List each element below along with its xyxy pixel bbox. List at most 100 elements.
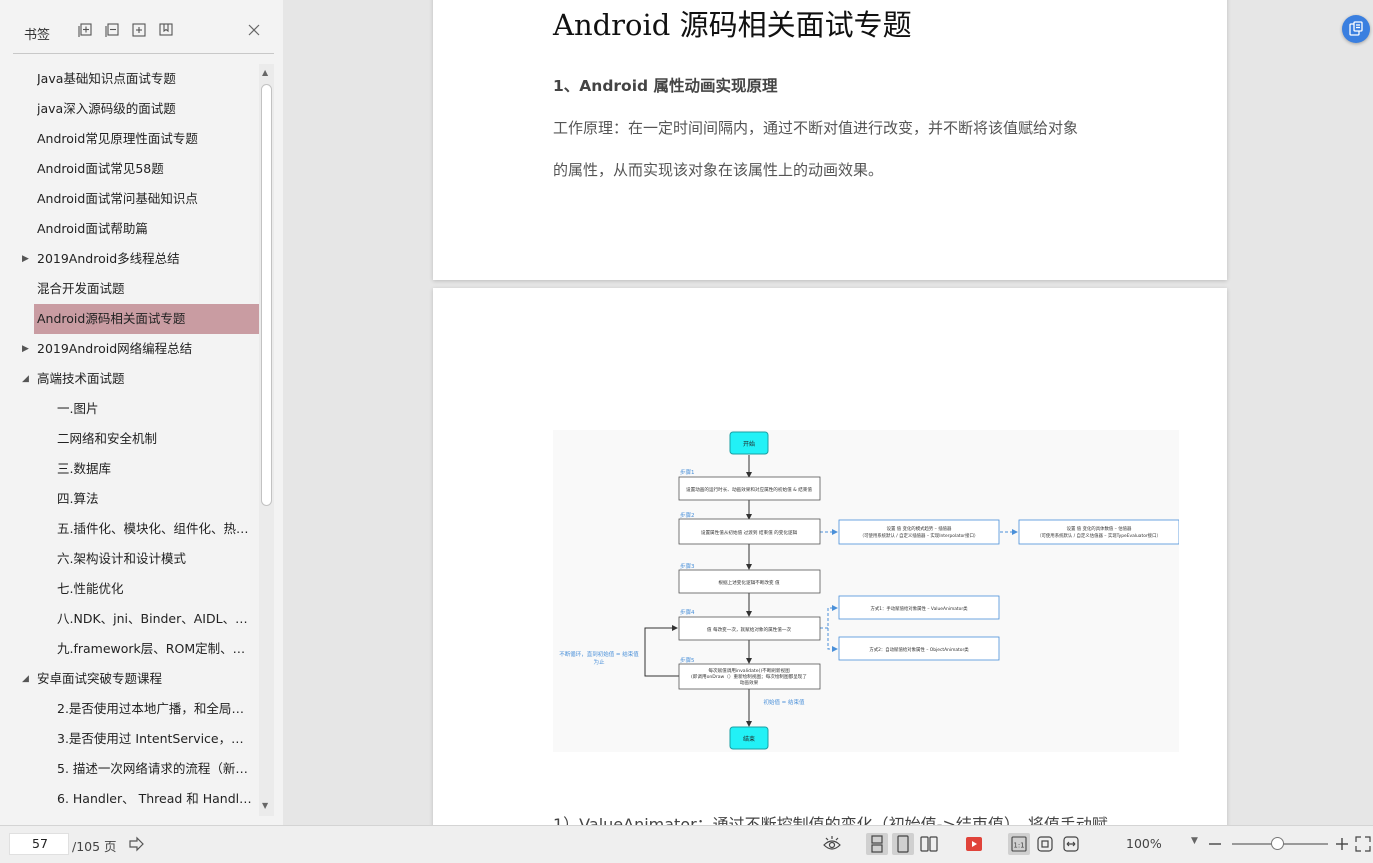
flowchart-side-box (838, 519, 1000, 545)
actual-size-icon[interactable]: 1:1 (1008, 833, 1030, 855)
bookmark-item[interactable]: 3.是否使用过 IntentService，作用... (0, 724, 259, 754)
bookmark-item[interactable]: Android常见原理性面试专题 (0, 124, 259, 154)
bookmark-label: Android面试常问基础知识点 (37, 191, 198, 206)
collapsed-caret-icon[interactable]: ▶ (22, 334, 29, 364)
flowchart-exit-label: 初始值 = 结束值 (763, 698, 805, 706)
zoom-slider-handle[interactable] (1271, 837, 1284, 850)
flowchart-loop-label: 不断循环，直到初始值 = 结束值 (559, 650, 639, 658)
fit-page-icon[interactable] (1034, 833, 1056, 855)
bookmark-label: Android源码相关面试专题 (37, 311, 186, 326)
close-icon[interactable] (246, 22, 262, 38)
flowchart-step-text: 设置动画的运行时长、动画效果和对应属性的初始值 & 结束值 (686, 486, 812, 493)
flowchart-step-tag: 步骤4 (680, 608, 695, 616)
single-page-icon[interactable] (892, 833, 914, 855)
bookmark-label: 2019Android多线程总结 (37, 251, 180, 266)
flowchart-step-tag: 步骤1 (680, 468, 695, 476)
bookmark-label: 2.是否使用过本地广播，和全局广... (57, 701, 252, 716)
bookmark-item[interactable]: Android面试常问基础知识点 (0, 184, 259, 214)
bookmark-item[interactable]: ▶ 2019Android网络编程总结 (0, 334, 259, 364)
bookmark-item[interactable]: ◢ 安卓面试突破专题课程 (0, 664, 259, 694)
flowchart-step-tag: 步骤2 (680, 511, 695, 519)
next-page-icon[interactable] (126, 833, 148, 855)
zoom-level[interactable]: 100% (1126, 836, 1162, 851)
play-slideshow-icon[interactable] (963, 833, 985, 855)
bookmark-item[interactable]: 混合开发面试题 (0, 274, 259, 304)
fullscreen-icon[interactable] (1352, 833, 1372, 855)
bookmark-label: 七.性能优化 (57, 581, 124, 596)
document-page: Android 源码相关面试专题 1、Android 属性动画实现原理 工作原理… (433, 0, 1227, 280)
bookmark-label: 一.图片 (57, 401, 99, 416)
bookmark-item[interactable]: 七.性能优化 (0, 574, 259, 604)
divider (13, 53, 274, 54)
bookmark-item[interactable]: 六.架构设计和设计模式 (0, 544, 259, 574)
eye-protection-icon[interactable] (821, 833, 843, 855)
bookmark-item[interactable]: Android面试常见58题 (0, 154, 259, 184)
chevron-down-icon[interactable]: ▼ (1191, 836, 1198, 846)
bookmark-icon[interactable] (158, 22, 174, 38)
bookmark-label: 二网络和安全机制 (57, 431, 158, 446)
fit-width-icon[interactable] (1060, 833, 1082, 855)
expanded-caret-icon[interactable]: ◢ (22, 664, 29, 694)
flowchart-side-text: 方式1：手动赋值给对象属性 – ValueAnimator类 (870, 605, 968, 612)
flowchart-side-text: 设置 值 变化的模式趋势 – 插值器 (887, 525, 952, 532)
bookmark-item[interactable]: java深入源码级的面试题 (0, 94, 259, 124)
bookmark-label: 安卓面试突破专题课程 (37, 671, 163, 686)
flowchart-side-text: 方式2：自动赋值给对象属性 – ObjectAnimator类 (869, 646, 969, 653)
add-bookmark-icon[interactable] (131, 22, 147, 38)
expand-all-icon[interactable] (78, 22, 94, 38)
flowchart-step-text: 动画效果 (740, 679, 759, 686)
flowchart-figure: 开始 结束 步骤1 步骤2 步骤3 步骤4 步骤5 设置动画的运行时长、动画效果… (553, 430, 1179, 752)
bookmark-item[interactable]: 5. 描述一次网络请求的流程（新浪... (0, 754, 259, 784)
page-title: Android 源码相关面试专题 (553, 8, 912, 42)
bookmark-item[interactable]: ◢ 高端技术面试题 (0, 364, 259, 394)
section-heading: 1、Android 属性动画实现原理 (553, 77, 778, 95)
bookmark-item[interactable]: 一.图片 (0, 394, 259, 424)
flowchart-step-text: (即调用onDraw（）重新绘制视图；每次绘制图都呈现了 (691, 673, 807, 680)
bookmark-item[interactable]: 二网络和安全机制 (0, 424, 259, 454)
bookmark-list: Java基础知识点面试专题 java深入源码级的面试题 Android常见原理性面试… (0, 64, 260, 816)
bookmark-label: Android面试常见58题 (37, 161, 164, 176)
document-page: 开始 结束 步骤1 步骤2 步骤3 步骤4 步骤5 设置动画的运行时长、动画效果… (433, 288, 1227, 825)
flowchart-step-tag: 步骤3 (680, 562, 695, 570)
flowchart: 开始 结束 步骤1 步骤2 步骤3 步骤4 步骤5 设置动画的运行时长、动画效果… (559, 431, 1179, 750)
bookmark-label: 八.NDK、jni、Binder、AIDL、进... (57, 611, 252, 626)
bookmark-item[interactable]: Android面试帮助篇 (0, 214, 259, 244)
bookmark-item[interactable]: Java基础知识点面试专题 (0, 64, 259, 94)
bookmark-item[interactable]: 八.NDK、jni、Binder、AIDL、进... (0, 604, 259, 634)
bookmark-label: 四.算法 (57, 491, 99, 506)
bookmark-panel-header: 书签 (0, 0, 283, 56)
two-page-icon[interactable] (918, 833, 940, 855)
collapse-all-icon[interactable] (105, 22, 121, 38)
bookmark-item[interactable]: 6. Handler、 Thread 和 Handler... (0, 784, 259, 814)
svg-text:1:1: 1:1 (1013, 842, 1024, 850)
flowchart-loop-label: 为止 (593, 658, 605, 666)
collapsed-caret-icon[interactable]: ▶ (22, 244, 29, 274)
expanded-caret-icon[interactable]: ◢ (22, 364, 29, 394)
bookmark-scrollbar[interactable]: ▲ ▼ (259, 64, 274, 816)
flowchart-step-text: 根据上述变化逻辑不断改变 值 (718, 579, 780, 586)
bookmark-item[interactable]: 四.算法 (0, 484, 259, 514)
bookmark-panel-title: 书签 (24, 28, 51, 43)
paragraph-line: 工作原理：在一定时间间隔内，通过不断对值进行改变，并不断将该值赋给对象 (553, 119, 1079, 137)
continuous-scroll-icon[interactable] (866, 833, 888, 855)
bookmark-label: Java基础知识点面试专题 (37, 71, 176, 86)
flowchart-step-text: 值 每改变一次，就赋给对象的属性值一次 (707, 626, 792, 633)
bookmark-item[interactable]: 九.framework层、ROM定制、Ub... (0, 634, 259, 664)
scrollbar-thumb[interactable] (261, 84, 272, 506)
flowchart-end-label: 结束 (743, 735, 755, 743)
document-view[interactable]: Android 源码相关面试专题 1、Android 属性动画实现原理 工作原理… (283, 0, 1373, 825)
bookmark-label: 三.数据库 (57, 461, 111, 476)
bookmark-item[interactable]: 三.数据库 (0, 454, 259, 484)
bookmark-item[interactable]: Android源码相关面试专题 (0, 304, 259, 334)
flowchart-step-tag: 步骤5 (680, 656, 695, 664)
bookmark-item[interactable]: ▶ 2019Android多线程总结 (0, 244, 259, 274)
scroll-up-icon[interactable]: ▲ (262, 68, 268, 77)
scroll-down-icon[interactable]: ▼ (262, 801, 268, 810)
status-bar: 57 /105 页 1:1 100% ▼ (0, 825, 1373, 863)
page-number-input[interactable]: 57 (9, 833, 69, 855)
bookmark-item[interactable]: 2.是否使用过本地广播，和全局广... (0, 694, 259, 724)
zoom-in-icon[interactable] (1331, 833, 1353, 855)
bookmark-item[interactable]: 五.插件化、模块化、组件化、热修... (0, 514, 259, 544)
floating-tool-button[interactable] (1342, 15, 1370, 43)
zoom-out-icon[interactable] (1204, 833, 1226, 855)
